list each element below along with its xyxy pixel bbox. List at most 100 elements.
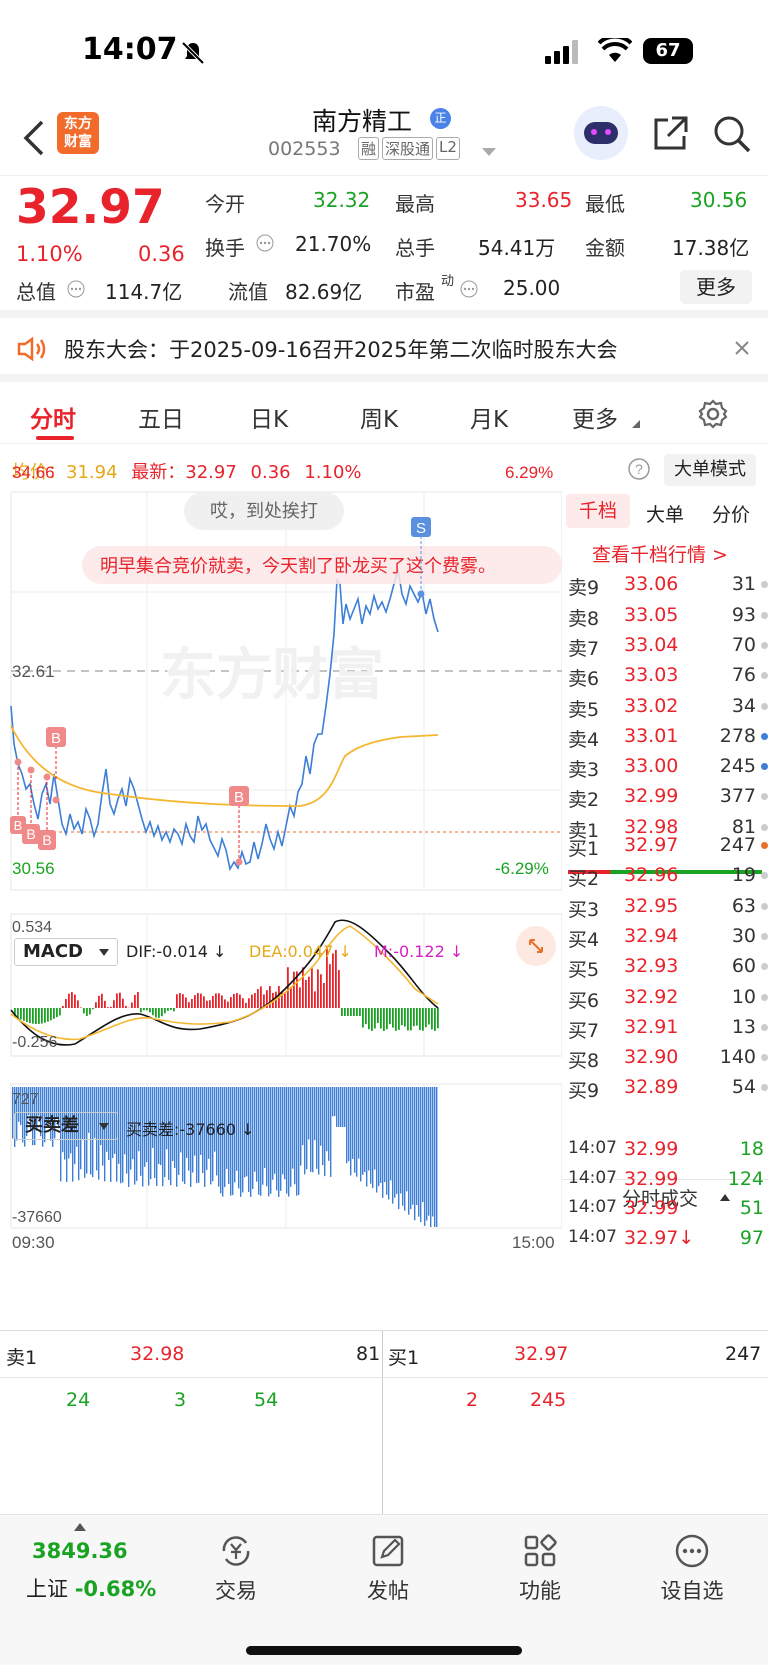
diff-bar <box>426 1087 428 1221</box>
diff-bar <box>272 1087 274 1180</box>
bid-row[interactable]: 买3 32.95 63 <box>568 891 768 923</box>
pe-superscript: 动 <box>441 274 455 289</box>
tab-intraday[interactable]: 分时 <box>30 400 76 434</box>
big-order-mode-button[interactable]: 大单模式 <box>664 454 756 486</box>
tab-5day[interactable]: 五日 <box>138 400 184 434</box>
book-tab-price[interactable]: 分价 <box>712 500 750 527</box>
book-dot <box>761 581 768 589</box>
index-value[interactable]: 3849.36 <box>32 1539 128 1563</box>
order-diff-bars <box>12 1087 438 1227</box>
bid-row[interactable]: 买1 32.97 247 <box>568 830 768 862</box>
ask-row[interactable]: 卖2 32.99 377 <box>568 781 768 813</box>
book-tab-depth[interactable]: 千档 <box>566 494 630 528</box>
diff-bar <box>342 1087 344 1127</box>
ask-price: 33.01 <box>624 724 679 747</box>
macd-bar <box>215 993 217 1008</box>
index-ticker[interactable]: 上证 -0.68% <box>26 1573 156 1603</box>
open-value: 32.32 <box>313 188 371 212</box>
diff-bar <box>360 1087 362 1182</box>
intraday-chart-svg[interactable]: 34.66 6.29% 32.61 30.56 -6.29% 东方财富 哎，到处… <box>0 444 562 1330</box>
edit-icon <box>372 1535 404 1567</box>
volume-label: 总手 <box>395 236 435 260</box>
robot-assistant-icon[interactable] <box>574 106 628 160</box>
macd-bar <box>146 1008 148 1011</box>
ask-vol: 377 <box>719 785 756 808</box>
close-icon[interactable] <box>734 340 750 356</box>
help-icon[interactable]: ? <box>628 458 650 480</box>
ask-price: 33.06 <box>624 573 679 596</box>
low-label: 最低 <box>585 192 625 216</box>
diff-bar <box>326 1087 328 1152</box>
nav-post[interactable]: 发帖 <box>338 1533 438 1605</box>
bid-price: 32.93 <box>624 955 679 978</box>
macd-bar <box>242 998 244 1008</box>
ask-row[interactable]: 卖9 33.06 31 <box>568 569 768 601</box>
float-label: 流值 <box>228 280 268 304</box>
info-circle-icon[interactable] <box>67 280 85 298</box>
macd-bar <box>176 994 178 1008</box>
ask-row[interactable]: 卖6 33.03 76 <box>568 660 768 692</box>
macd-bar <box>371 1008 373 1031</box>
diff-bar <box>430 1087 432 1227</box>
bid-row[interactable]: 买5 32.93 60 <box>568 951 768 983</box>
tab-monthly-k[interactable]: 月K <box>470 400 508 434</box>
search-icon[interactable] <box>712 114 752 154</box>
bid-row[interactable]: 买4 32.94 30 <box>568 921 768 953</box>
bid-vol: 30 <box>731 924 756 947</box>
wifi-icon <box>598 38 632 62</box>
macd-bar <box>293 971 295 1008</box>
bid-vol: 63 <box>731 894 756 917</box>
ask-row[interactable]: 卖7 33.04 70 <box>568 630 768 662</box>
macd-bar <box>332 953 334 1008</box>
bid-row[interactable]: 买2 32.96 19 <box>568 860 768 892</box>
ask-row[interactable]: 卖3 33.00 245 <box>568 751 768 783</box>
gear-icon[interactable] <box>697 398 729 430</box>
ask-price: 33.03 <box>624 664 679 687</box>
macd-bar <box>290 986 292 1008</box>
ask-row[interactable]: 卖5 33.02 34 <box>568 691 768 723</box>
ask-row[interactable]: 卖8 33.05 93 <box>568 600 768 632</box>
macd-bar <box>200 993 202 1008</box>
chevron-down-icon[interactable] <box>482 148 496 156</box>
diff-bar <box>280 1087 282 1191</box>
back-icon[interactable] <box>22 118 46 158</box>
bid-vol: 10 <box>731 985 756 1008</box>
nav-functions[interactable]: 功能 <box>490 1533 590 1605</box>
share-icon[interactable] <box>650 114 690 154</box>
bid-row[interactable]: 买9 32.89 54 <box>568 1072 768 1104</box>
macd-bar <box>305 980 307 1008</box>
info-circle-icon[interactable] <box>460 280 478 298</box>
bid-row[interactable]: 买8 32.90 140 <box>568 1042 768 1074</box>
macd-bar <box>407 1008 409 1031</box>
diff-indicator-select[interactable]: 买卖差 <box>14 1112 118 1140</box>
speaker-icon <box>17 336 46 362</box>
nav-add-watchlist[interactable]: 设自选 <box>642 1533 742 1605</box>
tab-daily-k[interactable]: 日K <box>250 400 288 434</box>
axis-top-price: 34.66 <box>12 463 55 482</box>
bid-row[interactable]: 买7 32.91 13 <box>568 1012 768 1044</box>
tab-more[interactable]: 更多 <box>572 400 618 434</box>
ask-row[interactable]: 卖4 33.01 278 <box>568 721 768 753</box>
macd-bar <box>353 1008 355 1016</box>
indicator-select[interactable]: MACD <box>14 938 118 966</box>
trade-row: 14:07 32.99 51 <box>568 1193 768 1225</box>
view-depth-link[interactable]: 查看千档行情 > <box>592 540 728 567</box>
book-tab-big[interactable]: 大单 <box>646 500 684 527</box>
trade-time: 14:07 <box>568 1167 617 1188</box>
book-dot <box>761 1023 768 1031</box>
macd-bar <box>113 1000 115 1008</box>
nav-trade[interactable]: 交易 <box>186 1533 286 1605</box>
notice-bar[interactable]: 股东大会：于2025-09-16召开2025年第二次临时股东大会 <box>0 318 768 382</box>
macd-bar <box>116 993 118 1008</box>
macd-bar <box>422 1008 424 1031</box>
more-button[interactable]: 更多 <box>680 270 752 304</box>
bid-row[interactable]: 买6 32.92 10 <box>568 982 768 1014</box>
ask-price: 33.04 <box>624 633 679 656</box>
tab-weekly-k[interactable]: 周K <box>360 400 398 434</box>
macd-bar <box>209 1000 211 1008</box>
ask-vol: 245 <box>719 755 756 778</box>
diff-bar <box>274 1087 276 1174</box>
macd-bar <box>65 998 67 1008</box>
info-circle-icon[interactable] <box>256 234 274 252</box>
svg-text:B: B <box>234 789 244 806</box>
